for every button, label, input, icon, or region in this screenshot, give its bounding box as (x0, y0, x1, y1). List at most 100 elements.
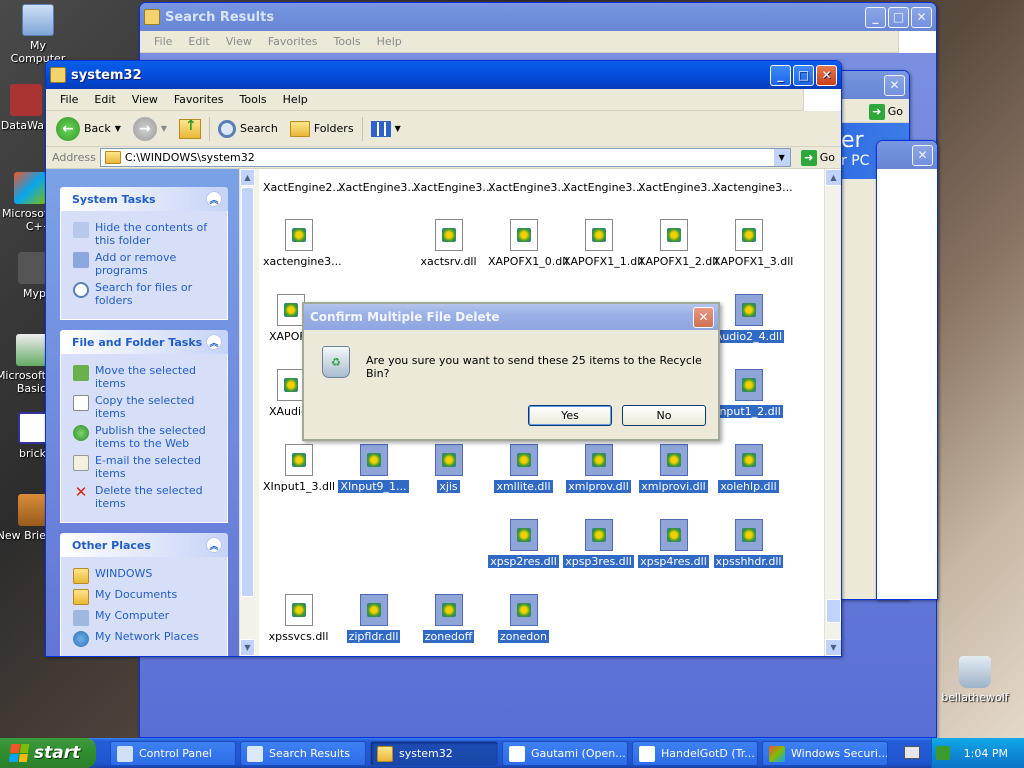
taskbar-item-control-panel[interactable]: Control Panel (110, 741, 236, 766)
file-item[interactable]: xactengine3... (261, 219, 342, 268)
file-item[interactable]: zipfldr.dll (336, 594, 411, 643)
collapse-icon[interactable]: ︽ (206, 537, 222, 553)
menu-help[interactable]: Help (369, 35, 410, 48)
menu-edit[interactable]: Edit (180, 35, 217, 48)
menu-favorites[interactable]: Favorites (260, 35, 326, 48)
file-item[interactable]: XactEngine3... (636, 181, 718, 194)
clock[interactable]: 1:04 PM (964, 747, 1008, 760)
file-tasks-header[interactable]: File and Folder Tasks ︽ (60, 330, 228, 354)
scroll-down-icon[interactable]: ▼ (240, 639, 255, 656)
menu-help[interactable]: Help (275, 93, 316, 106)
file-item[interactable]: zonedoff (411, 594, 486, 643)
close-button[interactable]: ✕ (816, 64, 837, 86)
minimize-button[interactable]: _ (770, 64, 791, 86)
place-my-computer[interactable]: My Computer (73, 609, 219, 626)
collapse-icon[interactable]: ︽ (206, 334, 222, 350)
file-item[interactable]: XactEngine3... (411, 181, 493, 194)
dialog-titlebar[interactable]: Confirm Multiple File Delete ✕ (304, 304, 718, 330)
go-button[interactable]: ➜ Go (795, 149, 841, 166)
menu-file[interactable]: File (146, 35, 180, 48)
task-pane-scrollbar[interactable]: ▲ ▼ (239, 169, 259, 656)
scroll-thumb[interactable] (826, 599, 841, 623)
close-button[interactable]: ✕ (884, 74, 905, 96)
collapse-icon[interactable]: ︽ (206, 191, 222, 207)
no-button[interactable]: No (622, 405, 706, 426)
scroll-thumb[interactable] (241, 187, 254, 597)
file-item[interactable]: XAPOFX1_3.dll (711, 219, 793, 268)
close-button[interactable]: ✕ (693, 306, 714, 328)
file-item[interactable]: XAPOFX1_2.dll (636, 219, 718, 268)
minimize-button[interactable]: _ (865, 6, 886, 28)
file-item[interactable]: xolehlp.dll (711, 444, 786, 493)
other-places-header[interactable]: Other Places ︽ (60, 533, 228, 557)
file-item[interactable]: XactEngine3... (336, 181, 418, 194)
start-button[interactable]: start (0, 738, 96, 768)
menu-tools[interactable]: Tools (232, 93, 275, 106)
background-window-2-titlebar[interactable]: ✕ (877, 141, 937, 169)
task-copy[interactable]: Copy the selected items (73, 394, 219, 420)
file-item[interactable]: XInput9_1... (336, 444, 411, 493)
maximize-button[interactable]: □ (888, 6, 909, 28)
file-item[interactable]: xpsp2res.dll (486, 519, 561, 568)
search-results-titlebar[interactable]: Search Results _ □ ✕ (140, 3, 936, 31)
desktop-icon-myp[interactable]: Myp (0, 252, 50, 300)
file-item[interactable]: xpsp4res.dll (636, 519, 711, 568)
dropdown-arrow-icon[interactable]: ▼ (773, 149, 790, 166)
scroll-up-icon[interactable]: ▲ (240, 169, 255, 186)
menu-file[interactable]: File (52, 93, 86, 106)
taskbar-item-gautami[interactable]: Gautami (Open... (502, 741, 628, 766)
views-button[interactable]: ▼ (367, 119, 405, 139)
desktop-icon-ms-basic[interactable]: Microsoft Basic (0, 334, 48, 395)
forward-button[interactable]: → ▼ (129, 115, 171, 143)
task-add-remove[interactable]: Add or remove programs (73, 251, 219, 277)
desktop-icon-datawa[interactable]: DataWa (0, 84, 44, 132)
menu-favorites[interactable]: Favorites (166, 93, 232, 106)
file-item[interactable]: xjis (411, 444, 486, 493)
file-item[interactable]: XInput1_3.dll (261, 444, 336, 493)
address-input[interactable]: C:\WINDOWS\system32 ▼ (99, 148, 791, 167)
menu-tools[interactable]: Tools (326, 35, 369, 48)
file-item[interactable]: zonedon (486, 594, 561, 643)
file-item[interactable]: xactsrv.dll (411, 219, 486, 268)
task-email[interactable]: E-mail the selected items (73, 454, 219, 480)
desktop-icon-new-brie[interactable]: New Brie (0, 494, 50, 542)
task-search-files[interactable]: Search for files or folders (73, 281, 219, 307)
taskbar-item-system32[interactable]: system32 (370, 741, 498, 766)
taskbar-item-windows-security[interactable]: Windows Securi... (762, 741, 888, 766)
taskbar-item-search-results[interactable]: Search Results (240, 741, 366, 766)
file-item[interactable]: xmlprovi.dll (636, 444, 711, 493)
system-tasks-header[interactable]: System Tasks ︽ (60, 187, 228, 211)
yes-button[interactable]: Yes (528, 405, 612, 426)
search-button[interactable]: Search (214, 118, 282, 140)
task-hide-contents[interactable]: Hide the contents of this folder (73, 221, 219, 247)
close-button[interactable]: ✕ (912, 144, 933, 166)
file-item[interactable]: XAPOFX1_0.dll (486, 219, 568, 268)
desktop-icon-recycle-bin[interactable]: bellathewolf (936, 656, 1014, 704)
scroll-up-icon[interactable]: ▲ (825, 169, 841, 186)
place-my-documents[interactable]: My Documents (73, 588, 219, 605)
menu-edit[interactable]: Edit (86, 93, 123, 106)
go-button[interactable]: Go (888, 105, 903, 118)
desktop-icon-my-computer[interactable]: My Computer (2, 4, 74, 65)
close-button[interactable]: ✕ (911, 6, 932, 28)
taskbar-item-handelgotd[interactable]: HandelGotD (Tr... (632, 741, 758, 766)
file-item[interactable]: xpssvcs.dll (261, 594, 336, 643)
file-item[interactable]: xmllite.dll (486, 444, 561, 493)
up-folder-button[interactable]: ↑ (175, 117, 205, 141)
task-move[interactable]: Move the selected items (73, 364, 219, 390)
back-button[interactable]: ← Back ▼ (52, 115, 125, 143)
chevron-down-icon[interactable]: ▼ (161, 124, 167, 133)
place-network[interactable]: My Network Places (73, 630, 219, 647)
file-item[interactable]: xpsp3res.dll (561, 519, 636, 568)
tray-app-icon[interactable] (935, 746, 950, 760)
keyboard-icon[interactable] (904, 746, 920, 759)
system32-titlebar[interactable]: system32 _ □ ✕ (46, 61, 841, 89)
task-delete[interactable]: ✕ Delete the selected items (73, 484, 219, 510)
menu-view[interactable]: View (218, 35, 260, 48)
file-item[interactable]: xpsshhdr.dll (711, 519, 786, 568)
file-item[interactable]: Audio2_4.dll (711, 294, 786, 343)
chevron-down-icon[interactable]: ▼ (395, 124, 401, 133)
file-item[interactable]: Input1_2.dll (711, 369, 786, 418)
file-item[interactable]: XactEngine3... (486, 181, 568, 194)
menu-view[interactable]: View (124, 93, 166, 106)
